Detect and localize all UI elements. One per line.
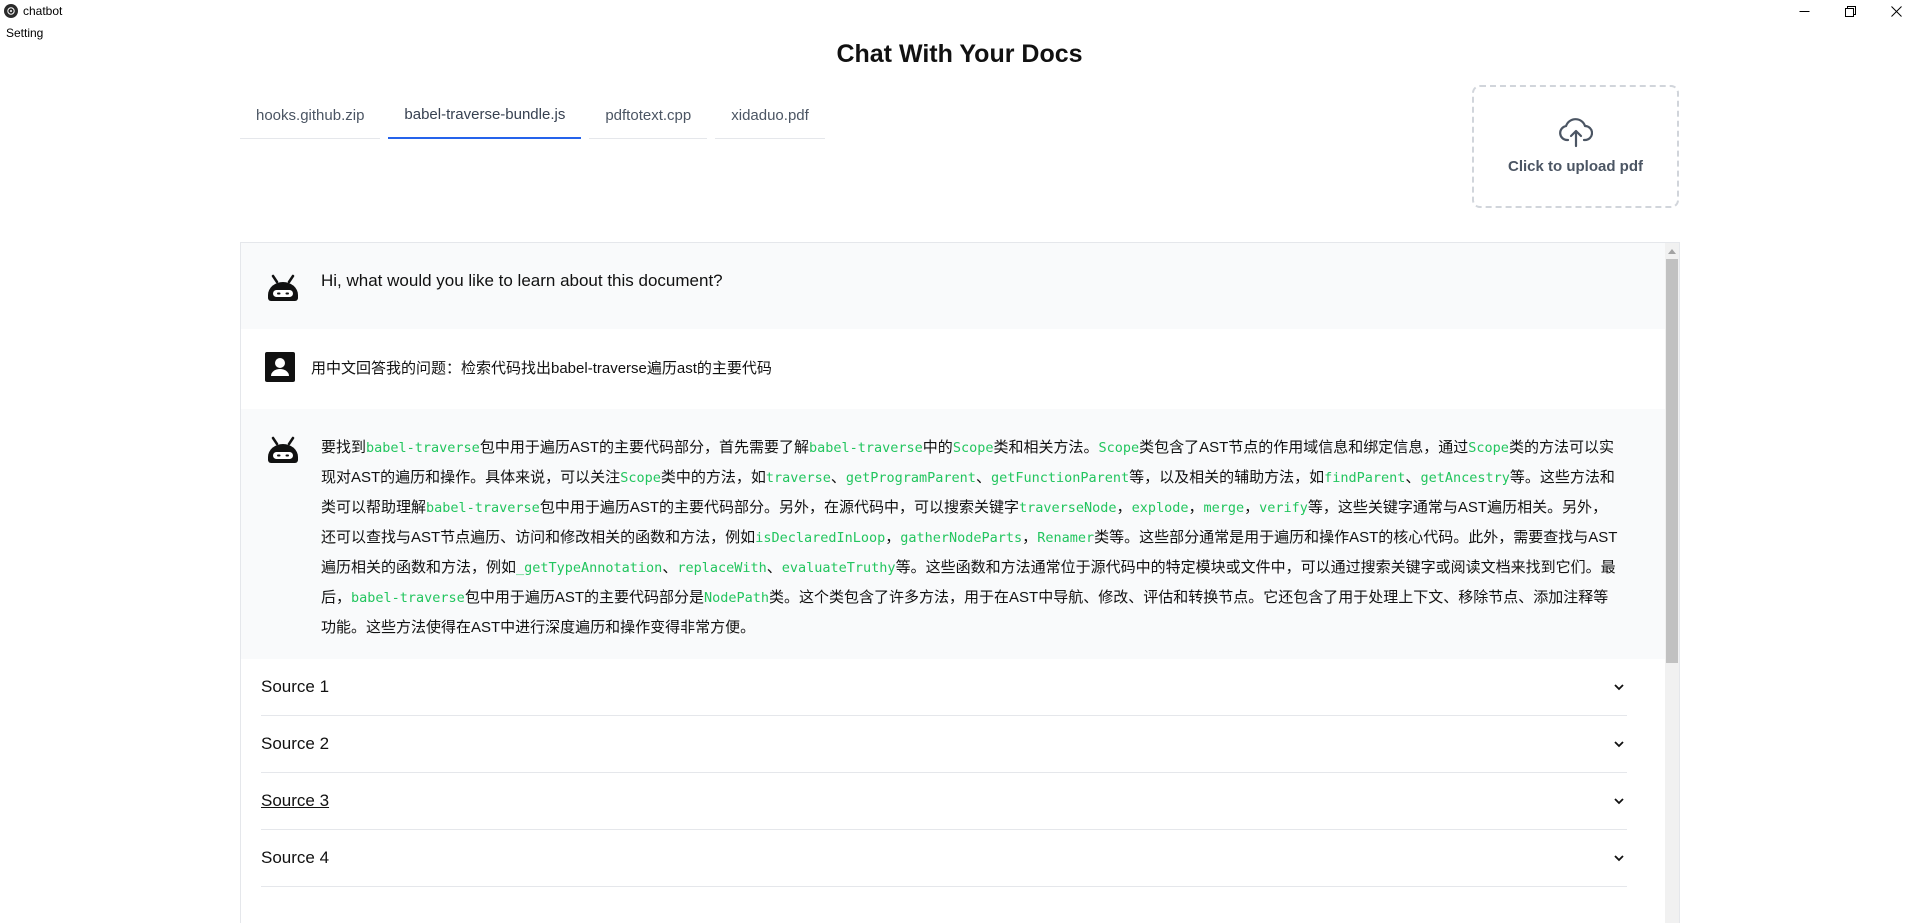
inline-code: Scope	[1098, 440, 1140, 456]
user-question-text: 用中文回答我的问题：检索代码找出babel-traverse遍历ast的主要代码	[311, 360, 772, 377]
answer-segment: 类包含了AST节点的作用域信息和绑定信息，通过	[1139, 439, 1469, 456]
source-3-accordion[interactable]: Source 3	[261, 773, 1627, 830]
close-icon	[1890, 5, 1902, 17]
chat-panel: Hi, what would you like to learn about t…	[240, 242, 1680, 923]
restore-icon	[1844, 5, 1856, 17]
minimize-button[interactable]	[1781, 0, 1827, 22]
robot-avatar-icon	[268, 274, 298, 301]
inline-code: babel-traverse	[426, 500, 540, 516]
scrollbar-thumb[interactable]	[1666, 259, 1678, 663]
chevron-down-icon	[1614, 741, 1624, 748]
answer-segment: 包中用于遍历AST的主要代码部分。另外，在源代码中，可以搜索关键字	[539, 499, 1019, 516]
inline-code: getProgramParent	[845, 470, 976, 486]
bot-answer-message: 要找到babel-traverse包中用于遍历AST的主要代码部分，首先需要了解…	[241, 409, 1665, 659]
tab-xidaduo-pdf[interactable]: xidaduo.pdf	[715, 92, 825, 139]
inline-code: getFunctionParent	[990, 470, 1130, 486]
answer-segment: 类中的方法，如	[660, 469, 766, 486]
robot-avatar-icon	[268, 436, 298, 463]
answer-segment: ，	[1116, 499, 1132, 516]
inline-code: Scope	[952, 440, 994, 456]
answer-segment: 、	[1405, 469, 1421, 486]
bot-message: Hi, what would you like to learn about t…	[241, 243, 1665, 329]
chevron-down-icon	[1614, 684, 1624, 691]
setting-menu[interactable]: Setting	[6, 26, 43, 40]
inline-code: babel-traverse	[809, 440, 923, 456]
answer-segment: 、	[830, 469, 846, 486]
inline-code: Scope	[1468, 440, 1509, 456]
source-2-accordion[interactable]: Source 2	[261, 716, 1627, 773]
source-label: Source 1	[261, 677, 330, 696]
sources-list: Source 1 Source 2 Source 3 Source 4	[241, 659, 1665, 887]
answer-segment: 等，以及相关的辅助方法，如	[1129, 469, 1325, 486]
inline-code: evaluateTruthy	[781, 560, 896, 576]
inline-code: traverseNode	[1019, 500, 1117, 516]
answer-segment: ，	[885, 529, 901, 546]
inline-code: explode	[1131, 500, 1189, 516]
inline-code: findParent	[1324, 470, 1406, 486]
answer-segment: 、	[662, 559, 678, 576]
inline-code: getAncestry	[1420, 470, 1510, 486]
window-controls	[1781, 0, 1919, 22]
close-button[interactable]	[1873, 0, 1919, 22]
inline-code: verify	[1259, 500, 1308, 516]
answer-text: 要找到babel-traverse包中用于遍历AST的主要代码部分，首先需要了解…	[321, 433, 1621, 642]
chat-scrollbar[interactable]	[1665, 243, 1679, 923]
chevron-down-icon	[1614, 855, 1624, 862]
inline-code: gatherNodeParts	[900, 530, 1023, 546]
inline-code: replaceWith	[677, 560, 767, 576]
answer-segment: 、	[975, 469, 991, 486]
inline-code: _getTypeAnnotation	[516, 560, 663, 576]
answer-segment: ，	[1244, 499, 1260, 516]
answer-segment: 包中用于遍历AST的主要代码部分，首先需要了解	[479, 439, 809, 456]
tab-babel-traverse-bundle-js[interactable]: babel-traverse-bundle.js	[388, 92, 582, 139]
user-avatar-icon	[265, 352, 295, 382]
app-logo-icon	[4, 4, 18, 18]
answer-segment: 要找到	[321, 439, 367, 456]
answer-segment: 中的	[922, 439, 953, 456]
minimize-icon	[1799, 10, 1809, 12]
inline-code: Renamer	[1037, 530, 1095, 546]
tab-hooks-github-zip[interactable]: hooks.github.zip	[240, 92, 381, 139]
answer-segment: 类和相关方法。	[993, 439, 1099, 456]
greeting-text: Hi, what would you like to learn about t…	[321, 271, 723, 290]
answer-segment: ，	[1188, 499, 1204, 516]
inline-code: merge	[1203, 500, 1245, 516]
title-bar: chatbot	[0, 0, 1919, 22]
inline-code: babel-traverse	[366, 440, 480, 456]
window-title: chatbot	[23, 4, 63, 18]
user-message: 用中文回答我的问题：检索代码找出babel-traverse遍历ast的主要代码	[241, 329, 1665, 409]
restore-button[interactable]	[1827, 0, 1873, 22]
source-4-accordion[interactable]: Source 4	[261, 830, 1627, 887]
answer-segment: 包中用于遍历AST的主要代码部分是	[464, 589, 704, 606]
upload-pdf-dropzone[interactable]: Click to upload pdf	[1472, 85, 1679, 208]
chevron-down-icon	[1614, 798, 1624, 805]
inline-code: traverse	[765, 470, 831, 486]
inline-code: NodePath	[704, 590, 770, 606]
source-1-accordion[interactable]: Source 1	[261, 659, 1627, 716]
source-label: Source 4	[261, 848, 330, 867]
page-title: Chat With Your Docs	[836, 40, 1083, 68]
answer-segment: ，	[1022, 529, 1038, 546]
tab-pdftotext-cpp[interactable]: pdftotext.cpp	[589, 92, 708, 139]
inline-code: babel-traverse	[351, 590, 465, 606]
upload-label: Click to upload pdf	[1508, 158, 1643, 175]
source-label: Source 3	[261, 791, 330, 810]
inline-code: isDeclaredInLoop	[755, 530, 886, 546]
cloud-upload-icon	[1558, 118, 1593, 148]
answer-segment: 、	[766, 559, 782, 576]
scroll-up-arrow-icon[interactable]	[1665, 245, 1679, 257]
inline-code: Scope	[620, 470, 661, 486]
source-label: Source 2	[261, 734, 330, 753]
file-tabs: hooks.github.zip babel-traverse-bundle.j…	[240, 92, 833, 139]
